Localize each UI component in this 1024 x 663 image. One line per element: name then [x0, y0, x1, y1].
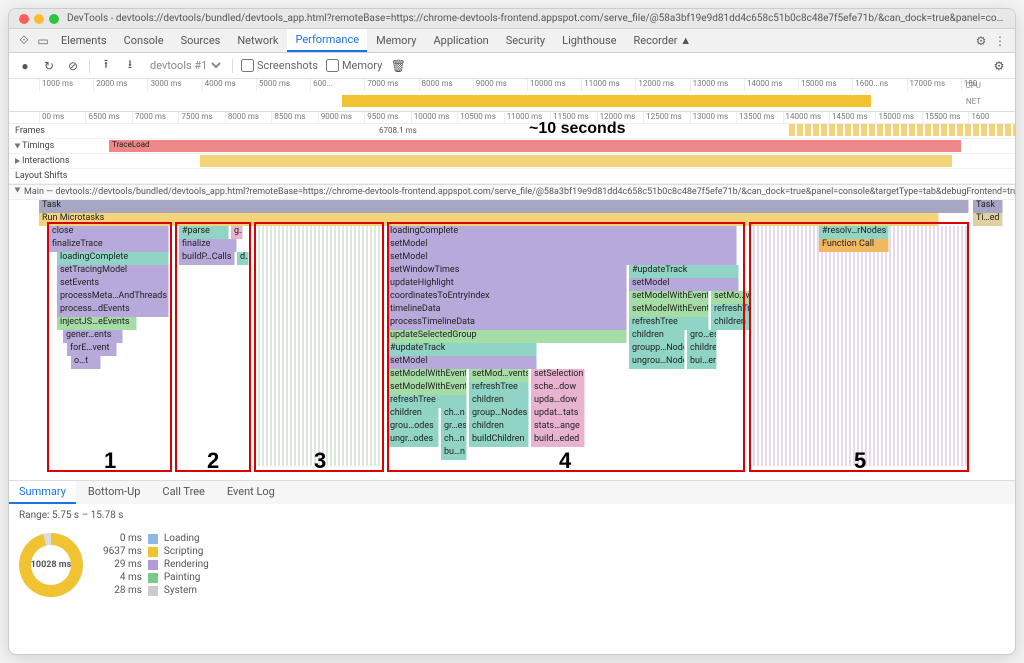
region-5: [749, 222, 969, 472]
minimize-window-icon[interactable]: [34, 14, 44, 24]
maximize-window-icon[interactable]: [49, 14, 59, 24]
region-num-5: 5: [854, 448, 866, 474]
tab-performance[interactable]: Performance: [287, 29, 367, 52]
settings-icon[interactable]: ⚙: [972, 34, 990, 48]
interaction-bar[interactable]: [200, 155, 952, 167]
interactions-row[interactable]: Interactions: [9, 154, 1015, 169]
bottom-tabs: Summary Bottom-Up Call Tree Event Log: [9, 480, 1015, 504]
download-icon[interactable]: ⭳: [122, 55, 138, 76]
swatch-loading: [148, 534, 158, 544]
region-4: [387, 222, 745, 472]
summary-range: Range: 5.75 s – 15.78 s: [9, 504, 1015, 527]
window-controls[interactable]: [19, 14, 59, 24]
perf-toolbar: ● ↻ ⊘ ⭱ ⭳ devtools #1 Screenshots Memory…: [9, 53, 1015, 79]
close-window-icon[interactable]: [19, 14, 29, 24]
record-icon[interactable]: ●: [17, 59, 33, 73]
swatch-system: [148, 586, 158, 596]
devtools-window: DevTools - devtools://devtools/bundled/d…: [8, 8, 1016, 655]
region-num-4: 4: [559, 448, 571, 474]
summary-panel: 10028 ms 0 msLoading 9637 msScripting 29…: [9, 527, 1015, 603]
layoutshifts-row[interactable]: Layout Shifts: [9, 169, 1015, 184]
more-icon[interactable]: ⋮: [991, 34, 1009, 48]
tab-recorder[interactable]: Recorder ▲: [625, 30, 699, 51]
timeline-body[interactable]: 00 ms6500 ms7000 ms7500 ms8000 ms8500 ms…: [9, 112, 1015, 185]
screenshots-checkbox[interactable]: Screenshots: [241, 59, 318, 72]
region-num-1: 1: [104, 448, 116, 474]
region-num-2: 2: [207, 448, 219, 474]
device-icon[interactable]: ▭: [34, 34, 52, 48]
traceload-bar[interactable]: TraceLoad: [109, 140, 961, 152]
expand-icon[interactable]: [15, 188, 21, 193]
region-1: [47, 222, 172, 472]
swatch-painting: [148, 573, 158, 583]
summary-donut: 10028 ms: [19, 533, 83, 597]
expand-icon[interactable]: [15, 158, 20, 164]
task-bar[interactable]: Task: [39, 200, 969, 213]
tab-summary[interactable]: Summary: [9, 481, 76, 504]
window-title: DevTools - devtools://devtools/bundled/d…: [67, 13, 1005, 24]
tab-call-tree[interactable]: Call Tree: [152, 481, 214, 504]
upload-icon[interactable]: ⭱: [98, 55, 114, 76]
tab-memory[interactable]: Memory: [368, 30, 424, 51]
tab-sources[interactable]: Sources: [173, 30, 229, 51]
summary-legend: 0 msLoading 9637 msScripting 29 msRender…: [103, 533, 209, 596]
swatch-rendering: [148, 560, 158, 570]
reload-icon[interactable]: ↻: [41, 59, 57, 73]
overview-strip[interactable]: 1000 ms2000 ms3000 ms4000 ms5000 ms600..…: [9, 79, 1015, 112]
timeline-ruler: 00 ms6500 ms7000 ms7500 ms8000 ms8500 ms…: [9, 112, 1015, 124]
tab-event-log[interactable]: Event Log: [217, 481, 285, 504]
inspect-icon[interactable]: ⟐: [15, 33, 33, 48]
frames-row[interactable]: Frames: [9, 124, 1015, 139]
swatch-scripting: [148, 547, 158, 557]
panel-tabs: ⟐ ▭ Elements Console Sources Network Per…: [9, 29, 1015, 53]
expand-icon[interactable]: [15, 144, 21, 149]
tab-lighthouse[interactable]: Lighthouse: [554, 30, 624, 51]
tab-network[interactable]: Network: [229, 30, 286, 51]
tab-elements[interactable]: Elements: [53, 30, 115, 51]
clear-icon[interactable]: ⊘: [65, 59, 81, 73]
tab-application[interactable]: Application: [425, 30, 496, 51]
flamegraph[interactable]: Task Run Microtasks Task Ti…ed Ru…ks clo…: [9, 200, 1015, 480]
cpu-label: CPU: [966, 81, 981, 90]
perf-settings-icon[interactable]: ⚙: [991, 59, 1007, 73]
region-num-3: 3: [314, 448, 326, 474]
tab-bottom-up[interactable]: Bottom-Up: [78, 481, 151, 504]
tab-console[interactable]: Console: [116, 30, 172, 51]
tab-security[interactable]: Security: [498, 30, 553, 51]
net-label: NET: [966, 97, 981, 106]
instance-select[interactable]: devtools #1: [146, 58, 224, 73]
trash-icon[interactable]: 🗑: [390, 59, 406, 73]
memory-checkbox[interactable]: Memory: [326, 59, 382, 72]
task-bar-right[interactable]: Task: [973, 200, 1003, 213]
titlebar: DevTools - devtools://devtools/bundled/d…: [9, 9, 1015, 29]
overview-ruler: 1000 ms2000 ms3000 ms4000 ms5000 ms600..…: [9, 79, 1015, 91]
timings-row[interactable]: Timings TraceLoad: [9, 139, 1015, 154]
main-thread-header[interactable]: Main — devtools://devtools/bundled/devto…: [9, 185, 1015, 200]
region-3: [254, 222, 384, 472]
region-2: [175, 222, 251, 472]
